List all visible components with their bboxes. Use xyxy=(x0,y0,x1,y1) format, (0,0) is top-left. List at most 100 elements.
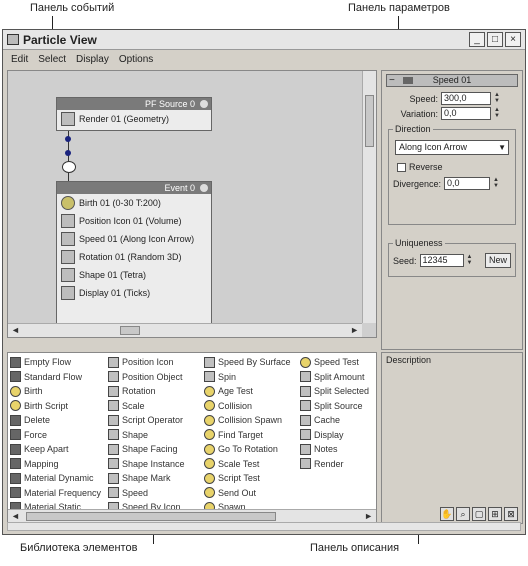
operator-icon xyxy=(204,458,215,470)
library-item[interactable]: Scale Test xyxy=(204,457,291,472)
zoom-extents-icon[interactable]: ⊞ xyxy=(488,507,502,521)
zoom-icon[interactable]: ⌕ xyxy=(456,507,470,521)
library-item[interactable]: Position Icon xyxy=(108,355,185,370)
event-vertical-scrollbar[interactable] xyxy=(362,71,376,323)
operator-row-birth[interactable]: Birth 01 (0-30 T:200) xyxy=(57,194,211,212)
library-item[interactable]: Script Operator xyxy=(108,413,185,428)
output-socket-icon[interactable] xyxy=(65,136,71,142)
collapse-icon[interactable]: − xyxy=(389,75,395,86)
library-item[interactable]: Shape Facing xyxy=(108,442,185,457)
operator-row-speed[interactable]: Speed 01 (Along Icon Arrow) xyxy=(57,230,211,248)
library-item[interactable]: Material Dynamic xyxy=(10,471,101,486)
library-item[interactable]: Speed Test xyxy=(300,355,369,370)
library-item[interactable]: Shape Instance xyxy=(108,457,185,472)
library-item[interactable]: Notes xyxy=(300,442,369,457)
scroll-right-icon[interactable]: ► xyxy=(350,325,359,335)
library-item[interactable]: Rotation xyxy=(108,384,185,399)
library-horizontal-scrollbar[interactable]: ◄ ► xyxy=(8,509,376,523)
operator-icon xyxy=(108,429,119,441)
library-item[interactable]: Shape Mark xyxy=(108,471,185,486)
library-item[interactable]: Script Test xyxy=(204,471,291,486)
maximize-button[interactable]: □ xyxy=(487,32,503,47)
seed-spinner-icon[interactable]: ▲ ▼ xyxy=(467,254,473,267)
library-item[interactable]: Render xyxy=(300,457,369,472)
library-item[interactable]: Mapping xyxy=(10,457,101,472)
wire-link-icon[interactable] xyxy=(62,161,76,173)
minimize-button[interactable]: _ xyxy=(469,32,485,47)
variation-field[interactable]: 0,0 xyxy=(441,107,491,120)
title-bar[interactable]: Particle View _ □ × xyxy=(3,30,525,50)
library-item[interactable]: Speed xyxy=(108,486,185,501)
scroll-left-icon[interactable]: ◄ xyxy=(11,511,20,521)
event-node[interactable]: Event 0 Birth 01 (0-30 T:200) Position I… xyxy=(56,181,212,323)
scroll-right-icon[interactable]: ► xyxy=(364,511,373,521)
divergence-spinner-icon[interactable]: ▲ ▼ xyxy=(493,177,499,190)
variation-spinner-icon[interactable]: ▲ ▼ xyxy=(494,107,500,120)
operator-row-shape[interactable]: Shape 01 (Tetra) xyxy=(57,266,211,284)
scroll-left-icon[interactable]: ◄ xyxy=(11,325,20,335)
library-item[interactable]: Empty Flow xyxy=(10,355,101,370)
pf-source-toggle-icon[interactable] xyxy=(200,100,208,108)
direction-dropdown[interactable]: Along Icon Arrow ▼ xyxy=(395,140,509,155)
pf-source-header[interactable]: PF Source 0 xyxy=(57,98,211,110)
library-item[interactable]: Collision xyxy=(204,399,291,414)
operator-row[interactable]: Render 01 (Geometry) xyxy=(57,110,211,128)
menu-display[interactable]: Display xyxy=(76,54,109,65)
new-seed-button[interactable]: New xyxy=(485,253,511,268)
library-item[interactable]: Go To Rotation xyxy=(204,442,291,457)
event-horizontal-scroll-thumb[interactable] xyxy=(120,326,140,335)
library-item[interactable]: Birth xyxy=(10,384,101,399)
library-item[interactable]: Keep Apart xyxy=(10,442,101,457)
library-item-label: Scale Test xyxy=(218,458,260,469)
speed-spinner-icon[interactable]: ▲ ▼ xyxy=(494,92,500,105)
library-item[interactable]: Split Selected xyxy=(300,384,369,399)
event-toggle-icon[interactable] xyxy=(200,184,208,192)
seed-field[interactable]: 12345 xyxy=(419,254,464,267)
library-item[interactable]: Speed By Surface xyxy=(204,355,291,370)
reverse-checkbox[interactable] xyxy=(397,162,406,172)
close-button[interactable]: × xyxy=(505,32,521,47)
event-horizontal-scrollbar[interactable]: ◄ ► xyxy=(8,323,362,337)
zoom-region-icon[interactable]: ▢ xyxy=(472,507,486,521)
library-item[interactable]: Birth Script xyxy=(10,399,101,414)
pan-icon[interactable]: ✋ xyxy=(440,507,454,521)
library-item[interactable]: Split Source xyxy=(300,399,369,414)
dropdown-arrow-icon[interactable]: ▼ xyxy=(498,141,506,154)
library-item[interactable]: Display xyxy=(300,428,369,443)
library-item[interactable]: Material Frequency xyxy=(10,486,101,501)
divergence-field[interactable]: 0,0 xyxy=(444,177,491,190)
library-item[interactable]: Collision Spawn xyxy=(204,413,291,428)
library-item[interactable]: Standard Flow xyxy=(10,370,101,385)
pf-source-node[interactable]: PF Source 0 Render 01 (Geometry) xyxy=(56,97,212,131)
speed-rollout-header[interactable]: − Speed 01 xyxy=(386,74,518,87)
menu-select[interactable]: Select xyxy=(38,54,66,65)
operator-row-position[interactable]: Position Icon 01 (Volume) xyxy=(57,212,211,230)
event-display-panel[interactable]: PF Source 0 Render 01 (Geometry) Event 0 xyxy=(7,70,377,338)
operator-row-display[interactable]: Display 01 (Ticks) xyxy=(57,284,211,302)
library-item[interactable]: Force xyxy=(10,428,101,443)
menu-edit[interactable]: Edit xyxy=(11,54,28,65)
library-item[interactable]: Position Object xyxy=(108,370,185,385)
menu-options[interactable]: Options xyxy=(119,54,153,65)
library-item[interactable]: Age Test xyxy=(204,384,291,399)
library-scroll-thumb[interactable] xyxy=(26,512,276,521)
library-item-label: Go To Rotation xyxy=(218,444,278,455)
no-zoom-icon[interactable]: ⊠ xyxy=(504,507,518,521)
speed-field[interactable]: 300,0 xyxy=(441,92,491,105)
library-item[interactable]: Cache xyxy=(300,413,369,428)
library-item[interactable]: Delete xyxy=(10,413,101,428)
library-item[interactable]: Send Out xyxy=(204,486,291,501)
operator-icon xyxy=(108,458,119,470)
event-canvas[interactable]: PF Source 0 Render 01 (Geometry) Event 0 xyxy=(8,71,362,323)
library-item[interactable]: Scale xyxy=(108,399,185,414)
birth-icon xyxy=(61,196,75,210)
wire-socket-icon[interactable] xyxy=(65,150,71,156)
event-header[interactable]: Event 0 xyxy=(57,182,211,194)
particle-view-window: Particle View _ □ × Edit Select Display … xyxy=(2,29,526,535)
operator-row-rotation[interactable]: Rotation 01 (Random 3D) xyxy=(57,248,211,266)
library-item[interactable]: Find Target xyxy=(204,428,291,443)
event-vertical-scroll-thumb[interactable] xyxy=(365,95,374,147)
library-item[interactable]: Shape xyxy=(108,428,185,443)
library-item[interactable]: Spin xyxy=(204,370,291,385)
library-item[interactable]: Split Amount xyxy=(300,370,369,385)
